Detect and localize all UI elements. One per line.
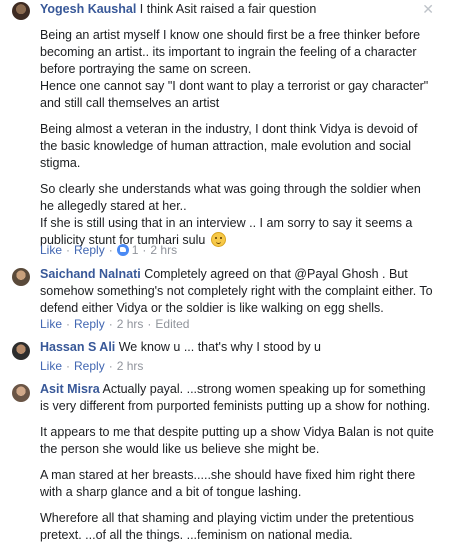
reaction-count[interactable]: 1 <box>132 243 139 257</box>
comment-actions: Like · Reply · 2 hrs <box>40 359 144 373</box>
comment-author[interactable]: Asit Misra <box>40 382 100 396</box>
close-icon[interactable]: ✕ <box>422 1 434 17</box>
like-button[interactable]: Like <box>40 317 62 331</box>
edited-label[interactable]: Edited <box>155 317 189 331</box>
comment-paragraph: A man stared at her breasts.....she shou… <box>40 468 416 499</box>
comment-saichand: Saichand Nalnati Completely agreed on th… <box>40 266 436 317</box>
comment-paragraph: Hence one cannot say "I dont want to pla… <box>40 79 429 110</box>
comment-actions: Like · Reply · 1 · 2 hrs <box>40 243 178 257</box>
timestamp[interactable]: 2 hrs <box>117 359 144 373</box>
like-reaction-icon[interactable] <box>116 244 129 256</box>
comment-author[interactable]: Yogesh Kaushal <box>40 2 136 16</box>
avatar[interactable] <box>12 268 30 286</box>
reply-button[interactable]: Reply <box>74 359 105 373</box>
like-button[interactable]: Like <box>40 359 62 373</box>
comment-text: I think Asit raised a fair question <box>136 2 317 16</box>
comment-paragraph: So clearly she understands what was goin… <box>40 182 421 213</box>
avatar[interactable] <box>12 342 30 360</box>
timestamp[interactable]: 2 hrs <box>117 317 144 331</box>
reply-button[interactable]: Reply <box>74 243 105 257</box>
comment-yogesh: Yogesh Kaushal I think Asit raised a fai… <box>40 1 436 249</box>
comment-hassan: Hassan S Ali We know u ... that's why I … <box>40 339 436 356</box>
reply-button[interactable]: Reply <box>74 317 105 331</box>
smile-emoji-icon <box>210 232 226 247</box>
avatar[interactable] <box>12 384 30 402</box>
comment-text: We know u ... that's why I stood by u <box>115 340 321 354</box>
timestamp[interactable]: 2 hrs <box>150 243 177 257</box>
like-button[interactable]: Like <box>40 243 62 257</box>
comment-author[interactable]: Saichand Nalnati <box>40 267 141 281</box>
comment-asit: Asit Misra Actually payal. ...strong wom… <box>40 381 436 544</box>
comment-author[interactable]: Hassan S Ali <box>40 340 115 354</box>
avatar[interactable] <box>12 2 30 20</box>
comment-paragraph: It appears to me that despite putting up… <box>40 425 434 456</box>
comment-actions: Like · Reply · 2 hrs · Edited <box>40 317 190 331</box>
comment-paragraph: Being almost a veteran in the industry, … <box>40 122 418 170</box>
comment-paragraph: Being an artist myself I know one should… <box>40 28 421 76</box>
